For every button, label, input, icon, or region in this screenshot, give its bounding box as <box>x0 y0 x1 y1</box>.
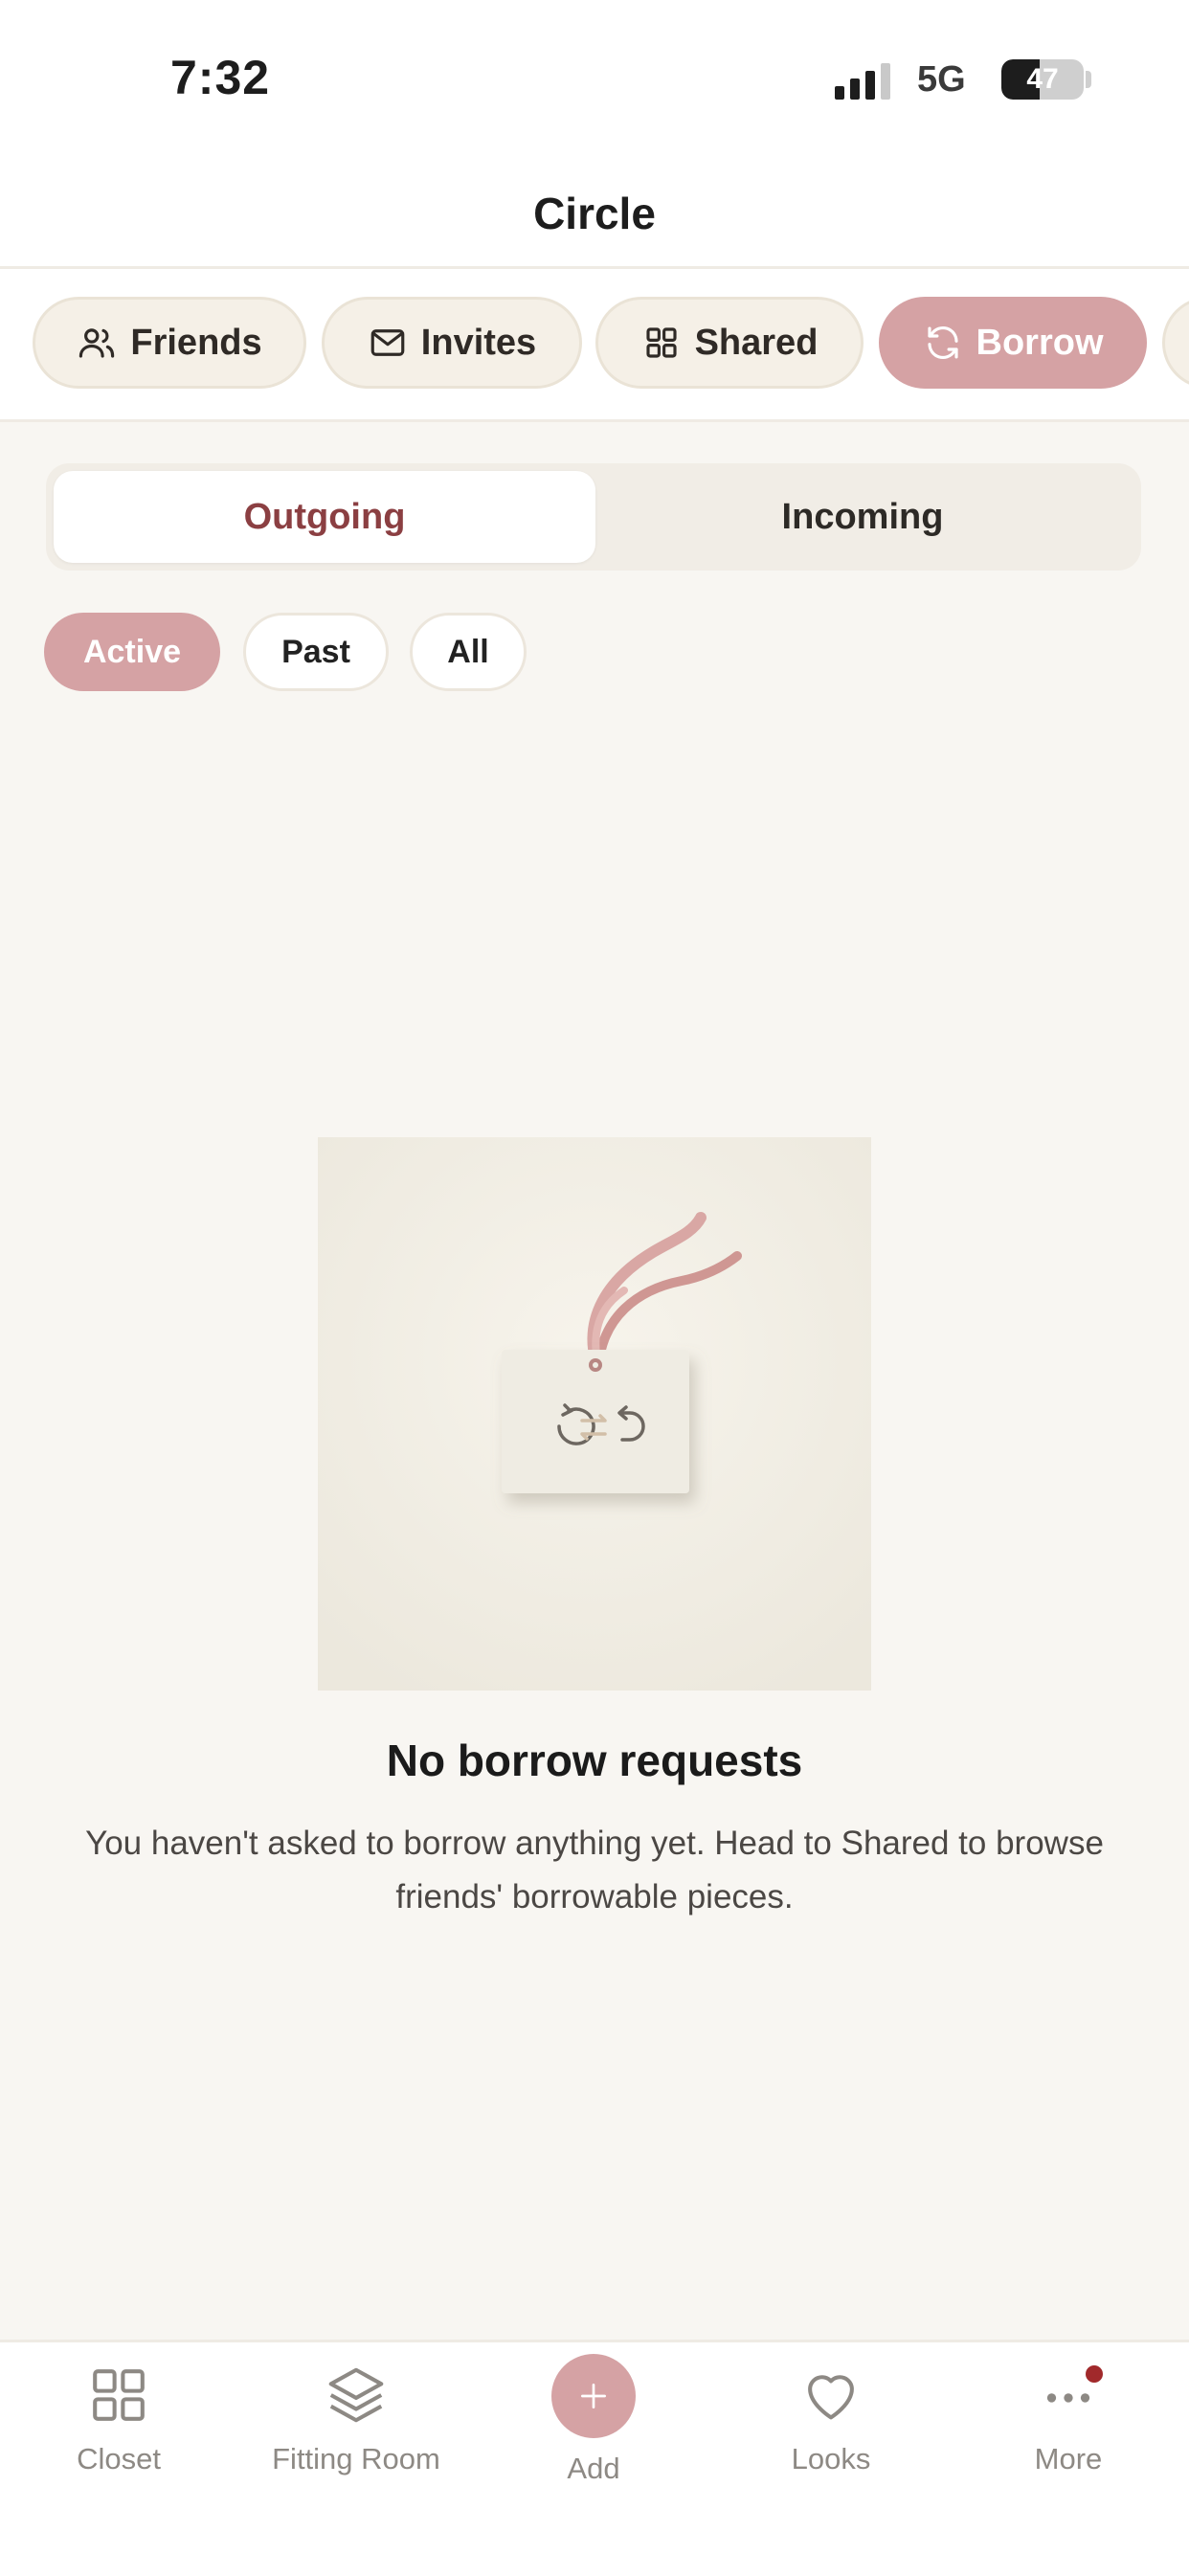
empty-state-illustration <box>318 1137 871 1691</box>
segment-outgoing[interactable]: Outgoing <box>54 471 595 563</box>
tag-illustration <box>318 1137 871 1691</box>
tabbar-more[interactable]: More <box>950 2362 1187 2505</box>
add-button[interactable] <box>551 2354 636 2438</box>
tab-label: Shared <box>694 322 819 363</box>
tab-label: Friends <box>130 322 262 363</box>
tab-label: Borrow <box>976 322 1104 363</box>
plus-icon <box>581 2384 606 2408</box>
filter-past-chip[interactable]: Past <box>243 613 389 691</box>
filter-all-chip[interactable]: All <box>410 613 527 691</box>
envelope-icon <box>370 329 405 356</box>
status-time: 7:32 <box>170 51 271 104</box>
segment-incoming[interactable]: Incoming <box>592 471 1133 563</box>
layers-icon <box>328 2367 384 2423</box>
tab-friends[interactable]: Friends <box>33 297 306 389</box>
heart-icon <box>808 2375 854 2420</box>
tab-overflow[interactable] <box>1162 297 1189 389</box>
empty-state-title: No borrow requests <box>386 1736 803 1785</box>
empty-state-body: You haven't asked to borrow anything yet… <box>85 1825 1104 1915</box>
battery-level: 47 <box>1026 63 1059 95</box>
tabbar-label: Add <box>567 2452 620 2485</box>
tabbar-looks[interactable]: Looks <box>712 2362 950 2505</box>
tabbar-closet[interactable]: Closet <box>0 2362 237 2505</box>
direction-segmented-control: Outgoing Incoming <box>46 463 1141 571</box>
bottom-tab-bar: Closet Fitting Room Add Looks More <box>0 2340 1189 2576</box>
tab-borrow[interactable]: Borrow <box>879 297 1147 389</box>
page-title: Circle <box>533 189 656 238</box>
notification-dot <box>1086 2365 1103 2383</box>
people-icon <box>79 328 115 358</box>
tabbar-label: Fitting Room <box>272 2442 440 2475</box>
refresh-icon <box>927 326 958 359</box>
network-label: 5G <box>917 59 966 100</box>
tabbar-label: Looks <box>791 2442 871 2475</box>
status-bar: 7:32 5G 47 <box>0 0 1189 144</box>
filter-active-chip[interactable]: Active <box>44 613 220 691</box>
battery-icon: 47 <box>1001 59 1084 100</box>
tabbar-label: More <box>1034 2442 1103 2475</box>
tab-label: Invites <box>420 322 537 363</box>
tab-invites[interactable]: Invites <box>322 297 582 389</box>
nav-bar: Circle <box>0 144 1189 269</box>
signal-icon <box>835 63 890 100</box>
grid-icon <box>646 327 677 358</box>
tabbar-fitting-room[interactable]: Fitting Room <box>237 2362 475 2505</box>
tabbar-label: Closet <box>77 2442 161 2475</box>
tab-shared[interactable]: Shared <box>595 297 864 389</box>
tabbar-add[interactable]: Add <box>475 2354 712 2505</box>
circle-tab-strip: Friends Invites Shared Borrow <box>0 269 1189 422</box>
grid-icon <box>93 2369 145 2421</box>
